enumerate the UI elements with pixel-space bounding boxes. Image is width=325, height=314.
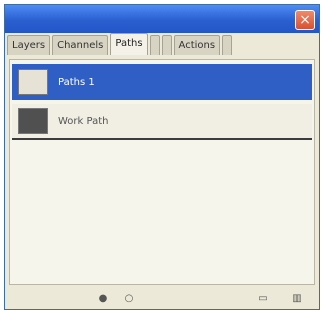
paths-palette-window: × Layers Channels Paths Actions Paths 1 … <box>4 4 320 310</box>
tab-7[interactable] <box>222 35 233 55</box>
path-row-selected[interactable]: Paths 1 <box>12 64 312 100</box>
tab-5[interactable] <box>161 35 172 55</box>
tab-4[interactable] <box>149 35 160 55</box>
delete-path-icon[interactable]: ▥ <box>291 293 303 305</box>
fill-path-icon[interactable]: ● <box>97 293 109 305</box>
tab-layers[interactable]: Layers <box>7 35 51 55</box>
paths-list-panel: Paths 1 Work Path <box>9 59 315 285</box>
path-name: Paths 1 <box>58 76 95 88</box>
stroke-path-icon[interactable]: ○ <box>123 293 135 305</box>
path-thumbnail <box>18 108 48 134</box>
path-row[interactable]: Work Path <box>12 104 312 140</box>
title-bar[interactable]: × <box>5 5 319 33</box>
path-thumbnail <box>18 69 48 95</box>
tab-channels[interactable]: Channels <box>52 35 109 55</box>
tab-paths[interactable]: Paths <box>110 33 148 55</box>
palette-tabs: Layers Channels Paths Actions <box>7 33 317 57</box>
palette-bottom-toolbar: ● ○ ▭ ▥ <box>7 291 317 307</box>
new-path-icon[interactable]: ▭ <box>257 293 269 305</box>
close-button[interactable]: × <box>295 10 315 30</box>
path-name: Work Path <box>58 115 109 127</box>
tab-actions[interactable]: Actions <box>173 35 221 55</box>
